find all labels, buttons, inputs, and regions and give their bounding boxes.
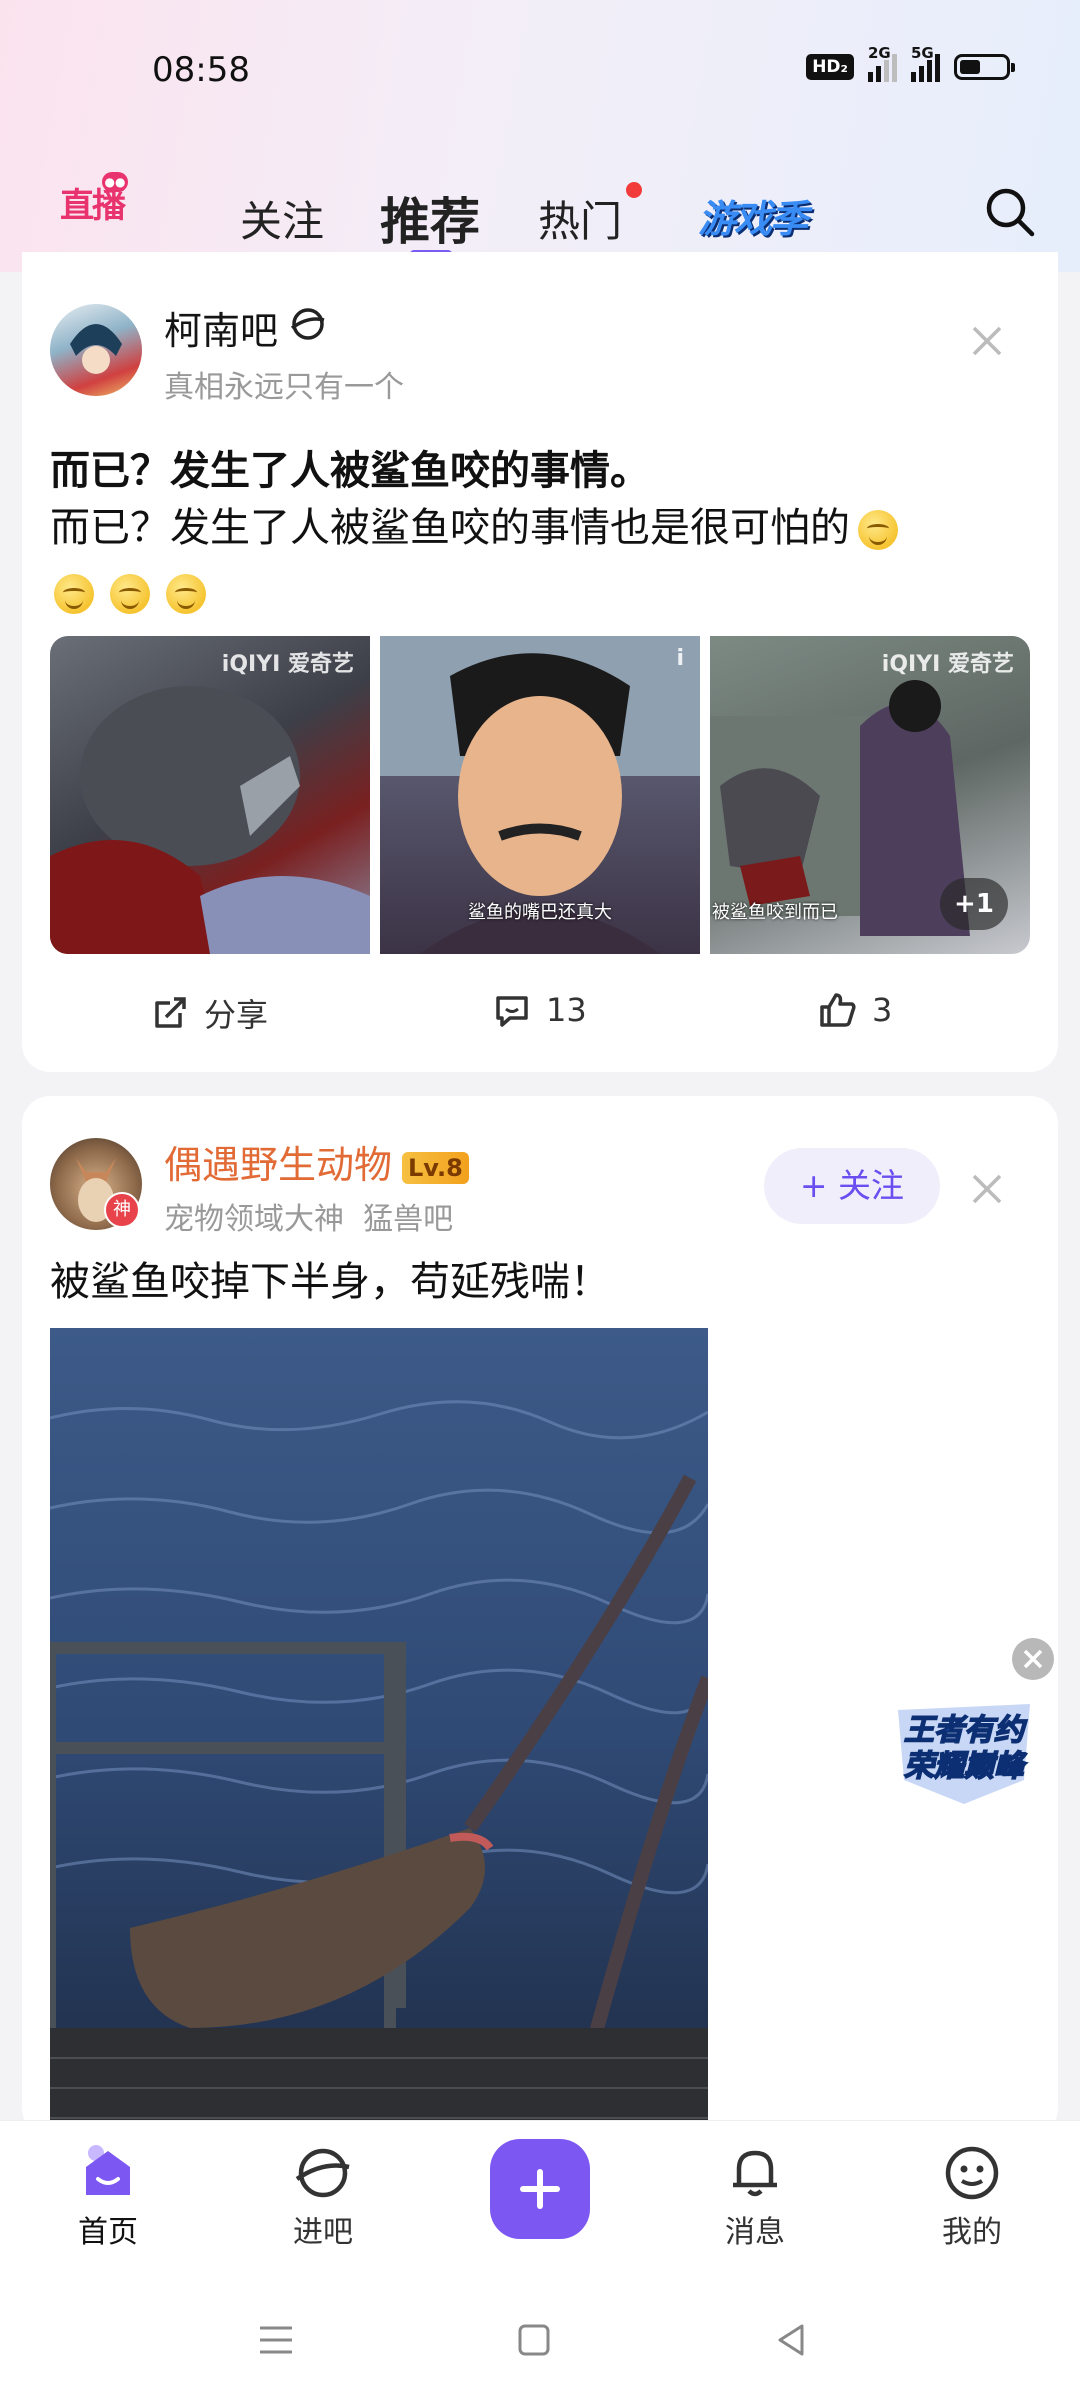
battery-icon <box>954 54 1015 80</box>
signal-2g-icon: 2G <box>868 44 897 82</box>
comment-count: 13 <box>546 991 587 1029</box>
signal-5g-icon: 5G <box>911 44 940 82</box>
home-square-icon[interactable] <box>512 2318 556 2362</box>
post-video[interactable] <box>50 1328 708 2136</box>
anime-scene-image <box>50 686 370 954</box>
like-button[interactable]: 3 <box>818 990 892 1030</box>
image-caption: 鲨鱼的嘴巴还真大 <box>468 902 612 923</box>
god-badge: 神 <box>104 1192 140 1228</box>
ad-line1: 王者有约 <box>904 1713 1028 1748</box>
floating-ad-banner[interactable]: 王者有约 荣耀巅峰 <box>894 1700 1034 1810</box>
post-body[interactable]: 而已？发生了人被鲨鱼咬的事情也是很可怕的 <box>50 496 1010 624</box>
close-icon <box>1023 1649 1043 1669</box>
post-text[interactable]: 被鲨鱼咬掉下半身，苟延残喘！ <box>50 1250 1010 1314</box>
nav-forums[interactable]: 进吧 <box>263 2143 383 2251</box>
tab-follow[interactable]: 关注 <box>240 188 324 249</box>
comment-icon <box>496 996 528 1027</box>
post-title[interactable]: 而已？发生了人被鲨鱼咬的事情。 <box>50 438 650 496</box>
image-watermark: iQIYI 爱奇艺 <box>881 652 1014 677</box>
forum-avatar[interactable] <box>50 304 142 396</box>
tab-hot[interactable]: 热门 <box>538 188 622 249</box>
post-image-1[interactable]: iQIYI 爱奇艺 <box>50 636 370 954</box>
planet-icon <box>295 2148 350 2198</box>
floating-ad-close-button[interactable] <box>1012 1638 1054 1680</box>
forum-name[interactable]: 柯南吧 <box>164 300 278 355</box>
thumbs-up-icon <box>820 993 856 1027</box>
bottom-navigation: 首页 进吧 消息 我的 <box>0 2120 1080 2287</box>
system-navigation-bar <box>0 2286 1080 2400</box>
nav-home[interactable]: 首页 <box>48 2143 168 2251</box>
forum-planet-icon <box>290 308 325 340</box>
more-images-badge[interactable]: +1 <box>940 878 1008 930</box>
smile-emoji-icon <box>858 510 898 550</box>
live-signal-icon: ●● <box>102 172 128 192</box>
nav-messages[interactable]: 消息 <box>695 2143 815 2251</box>
share-button[interactable]: 分享 <box>150 990 268 1036</box>
post-image-2[interactable]: i 鲨鱼的嘴巴还真大 <box>380 636 700 954</box>
smile-icon <box>945 2146 999 2200</box>
tab-recommend[interactable]: 推荐 <box>380 182 480 254</box>
live-logo-button[interactable]: 直播 ●● <box>58 172 128 230</box>
author-title: 宠物领域大神 <box>164 1202 344 1237</box>
bell-icon <box>733 2150 777 2197</box>
hd-voice-icon: HD₂ <box>806 54 854 80</box>
author-meta: 宠物领域大神 猛兽吧 <box>164 1194 453 1238</box>
close-icon[interactable] <box>970 324 1004 358</box>
nav-profile-label: 我的 <box>942 2215 1002 2250</box>
game-ad-icon: 王者有约 荣耀巅峰 <box>898 1704 1030 1804</box>
nav-profile[interactable]: 我的 <box>912 2143 1032 2251</box>
post-body-text: 而已？发生了人被鲨鱼咬的事情也是很可怕的 <box>50 505 850 551</box>
comment-button[interactable]: 13 <box>492 990 587 1030</box>
status-icons: HD₂ 2G 5G <box>806 44 1015 82</box>
nav-forums-label: 进吧 <box>293 2215 353 2250</box>
level-badge: Lv.8 <box>402 1151 469 1184</box>
smile-emoji-icon <box>110 574 150 614</box>
image-watermark: iQIYI 爱奇艺 <box>221 652 354 677</box>
hot-notification-dot <box>626 182 642 198</box>
back-icon[interactable] <box>770 2318 814 2362</box>
author-name-text: 偶遇野生动物 <box>164 1143 393 1187</box>
menu-icon[interactable] <box>254 2318 298 2362</box>
like-count: 3 <box>872 991 893 1029</box>
search-icon[interactable] <box>984 186 1036 238</box>
share-icon <box>155 997 186 1028</box>
game-season-tab[interactable]: 游戏季 <box>698 188 808 243</box>
author-forum[interactable]: 猛兽吧 <box>363 1202 453 1237</box>
home-icon <box>86 2145 130 2195</box>
status-time: 08:58 <box>152 50 250 90</box>
post-image-3[interactable]: iQIYI 爱奇艺 被鲨鱼咬到而已 +1 <box>710 636 1030 954</box>
follow-button[interactable]: + 关注 <box>764 1148 940 1224</box>
close-icon[interactable] <box>970 1172 1004 1206</box>
conan-avatar-icon <box>70 324 122 374</box>
share-label: 分享 <box>204 996 269 1034</box>
sea-lion-video-frame <box>50 1328 708 2136</box>
smile-emoji-icon <box>166 574 206 614</box>
create-post-button[interactable] <box>490 2139 590 2239</box>
smile-emoji-icon <box>54 574 94 614</box>
forum-slogan: 真相永远只有一个 <box>164 370 404 405</box>
nav-home-label: 首页 <box>78 2215 138 2250</box>
image-watermark: i <box>676 646 684 671</box>
author-name[interactable]: 偶遇野生动物 Lv.8 <box>164 1134 469 1189</box>
ad-line2: 荣耀巅峰 <box>904 1749 1028 1784</box>
nav-messages-label: 消息 <box>725 2215 785 2250</box>
